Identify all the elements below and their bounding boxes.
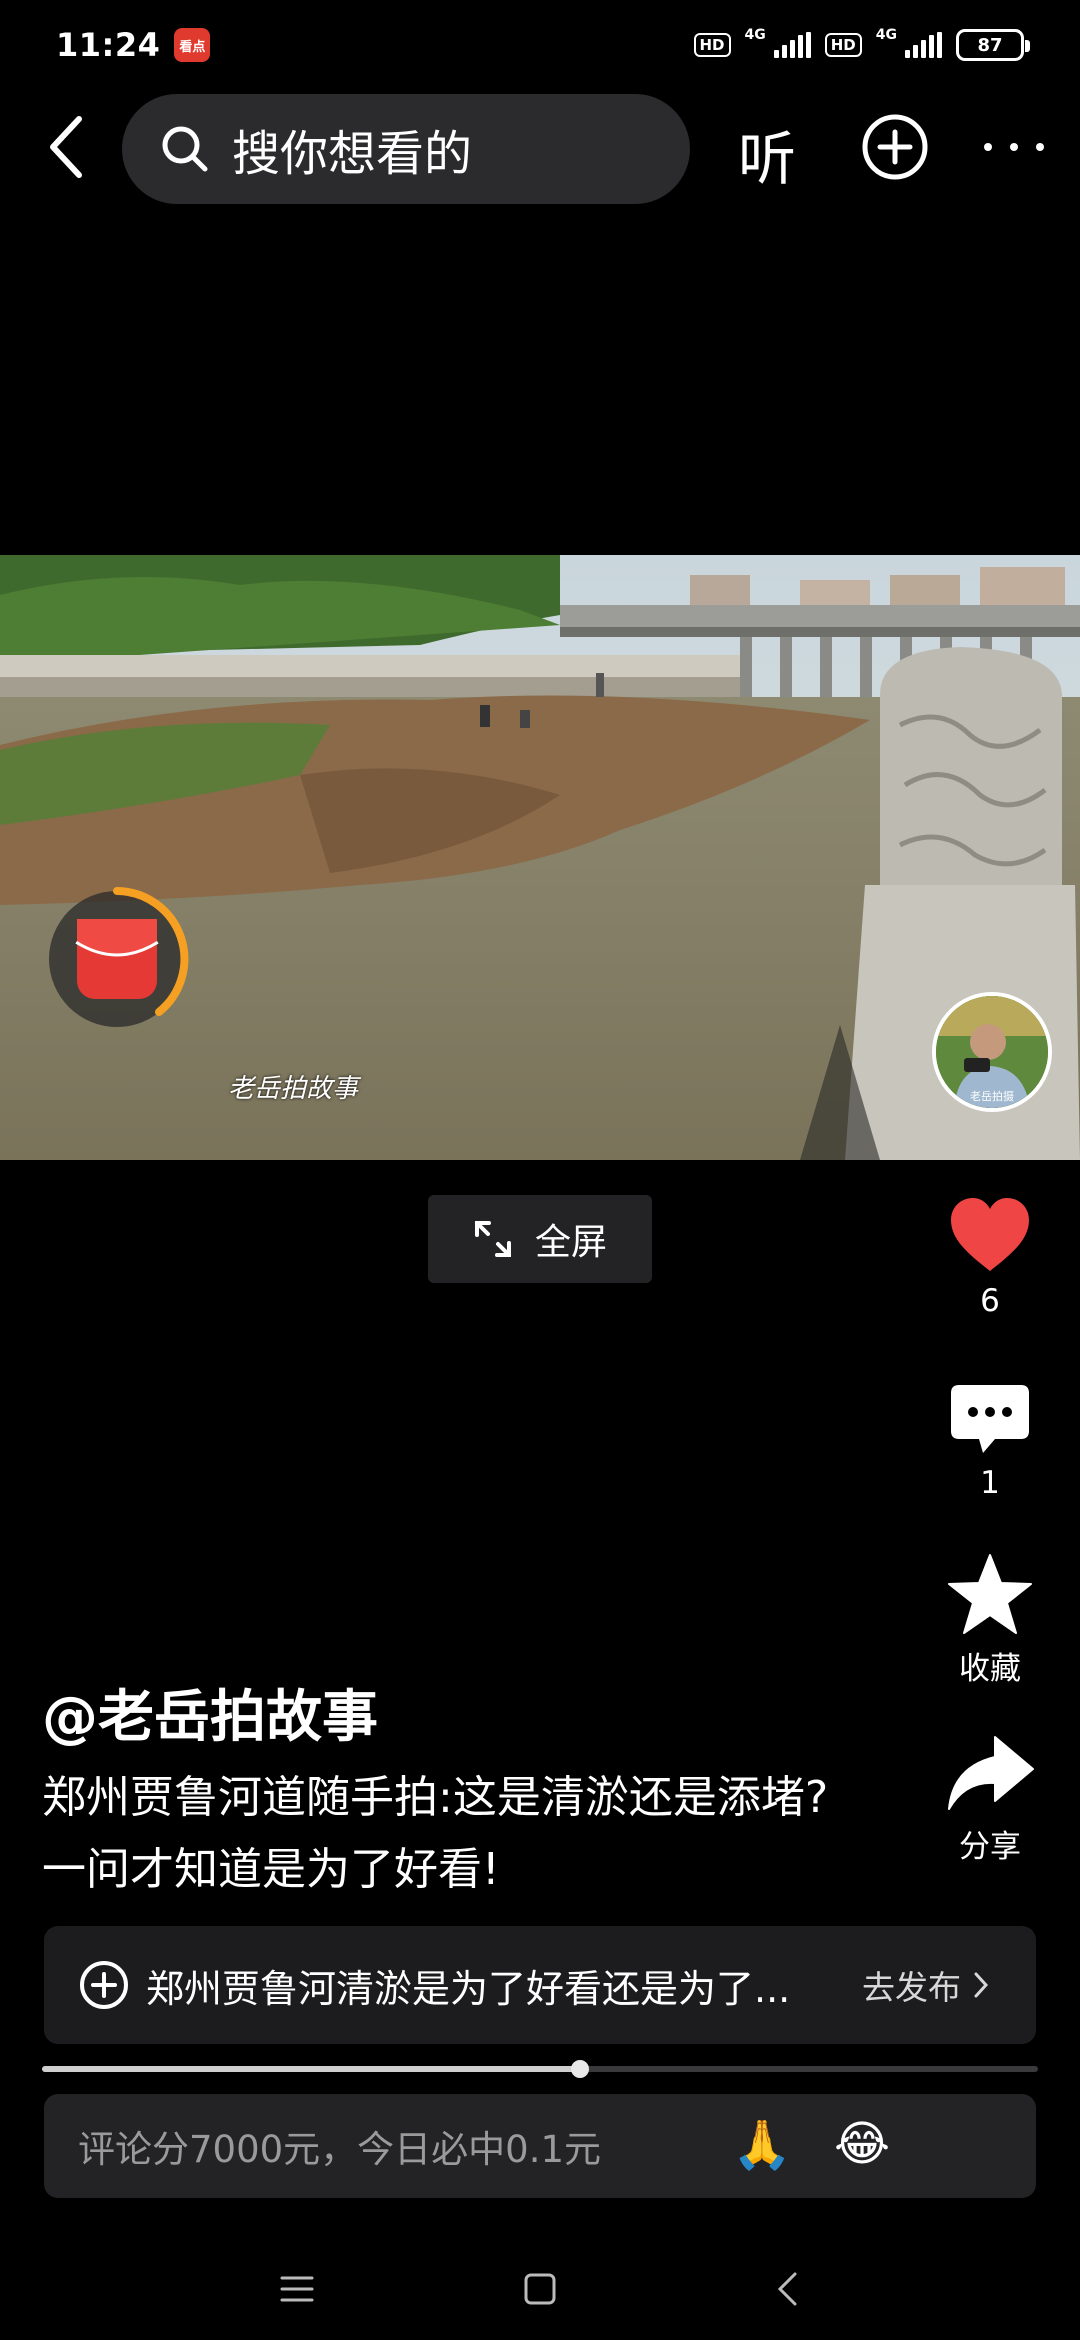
red-packet-button[interactable]: [44, 886, 190, 1032]
favorite-label: 收藏: [959, 1651, 1021, 1687]
network-type-label-2: 4G: [875, 27, 897, 43]
comment-button[interactable]: 1: [940, 1381, 1040, 1501]
video-player[interactable]: [0, 555, 1080, 1160]
share-label: 分享: [959, 1829, 1021, 1865]
back-triangle-icon: [777, 2272, 797, 2306]
publish-link[interactable]: 去发布: [862, 1961, 989, 2009]
progress-thumb[interactable]: [570, 2060, 589, 2078]
app-notification-icon: 看点: [174, 28, 211, 62]
avatar-caption: 老岳拍摄: [970, 1090, 1014, 1103]
video-frame: [0, 555, 1080, 1160]
signal-icon-2: [905, 32, 942, 58]
favorite-button[interactable]: 收藏: [940, 1553, 1040, 1688]
author-avatar[interactable]: 老岳拍摄: [932, 992, 1052, 1112]
signal-icon: [773, 32, 811, 58]
like-count: 6: [980, 1283, 1000, 1319]
menu-button[interactable]: [272, 2264, 322, 2314]
hd-icon-2: HD: [824, 33, 862, 57]
search-icon: [162, 126, 208, 172]
fullscreen-label: 全屏: [534, 1222, 607, 1263]
share-button[interactable]: 分享: [940, 1733, 1040, 1866]
listen-button[interactable]: 听: [738, 112, 796, 196]
progress-fill: [42, 2066, 580, 2072]
fullscreen-button[interactable]: 全屏: [428, 1195, 652, 1283]
add-button[interactable]: [860, 112, 930, 182]
search-placeholder: 搜你想看的: [232, 126, 473, 182]
share-icon: [948, 1736, 1034, 1810]
publish-label: 去发布: [862, 1968, 961, 2007]
hd-icon: HD: [693, 33, 731, 57]
status-time: 11:24: [56, 26, 161, 64]
status-bar: 11:24 看点 HD 4G HD 4G 87: [0, 0, 1080, 90]
star-icon: [948, 1554, 1032, 1634]
red-packet-icon: [49, 887, 189, 1027]
comment-input[interactable]: 评论分7000元，今日必中0.1元 🙏 😂: [44, 2094, 1036, 2198]
comment-icon: [951, 1385, 1029, 1453]
video-progress-bar[interactable]: [42, 2060, 1038, 2078]
status-indicators: HD 4G HD 4G 87: [693, 27, 1030, 61]
author-name[interactable]: @老岳拍故事: [42, 1672, 378, 1753]
plus-circle-icon: [862, 114, 928, 180]
topic-text: 郑州贾鲁河清淤是为了好看还是为了...: [146, 1966, 791, 2011]
pray-emoji-button[interactable]: 🙏: [732, 2116, 792, 2173]
more-dot-icon: [1036, 143, 1044, 151]
plus-circle-icon: [80, 1961, 128, 2009]
more-dot-icon: [984, 143, 992, 151]
heart-icon: [951, 1198, 1029, 1271]
chevron-left-icon: [50, 116, 82, 178]
network-type-label: 4G: [744, 27, 766, 43]
more-button[interactable]: [984, 122, 1044, 172]
search-input[interactable]: 搜你想看的: [122, 94, 690, 204]
system-nav-bar: [0, 2240, 1080, 2340]
chevron-right-icon: [974, 1972, 989, 1998]
top-nav: 搜你想看的 听: [0, 92, 1080, 206]
video-watermark: 老岳拍故事: [228, 1074, 359, 1104]
back-button[interactable]: [30, 112, 100, 182]
topic-bar[interactable]: 郑州贾鲁河清淤是为了好看还是为了... 去发布: [44, 1926, 1036, 2044]
menu-icon: [280, 2276, 314, 2302]
home-button[interactable]: [515, 2264, 565, 2314]
system-back-button[interactable]: [762, 2264, 812, 2314]
home-square-icon: [524, 2273, 556, 2305]
more-dot-icon: [1010, 143, 1018, 151]
laugh-emoji-button[interactable]: 😂: [834, 2116, 890, 2172]
battery-icon: 87: [956, 29, 1030, 61]
post-description: 郑州贾鲁河道随手拍:这是清淤还是添堵? 一问才知道是为了好看!: [42, 1772, 829, 1895]
like-button[interactable]: 6: [940, 1195, 1040, 1319]
comment-count: 1: [980, 1465, 1000, 1501]
expand-icon: [474, 1221, 511, 1257]
comment-placeholder: 评论分7000元，今日必中0.1元: [78, 2128, 602, 2171]
